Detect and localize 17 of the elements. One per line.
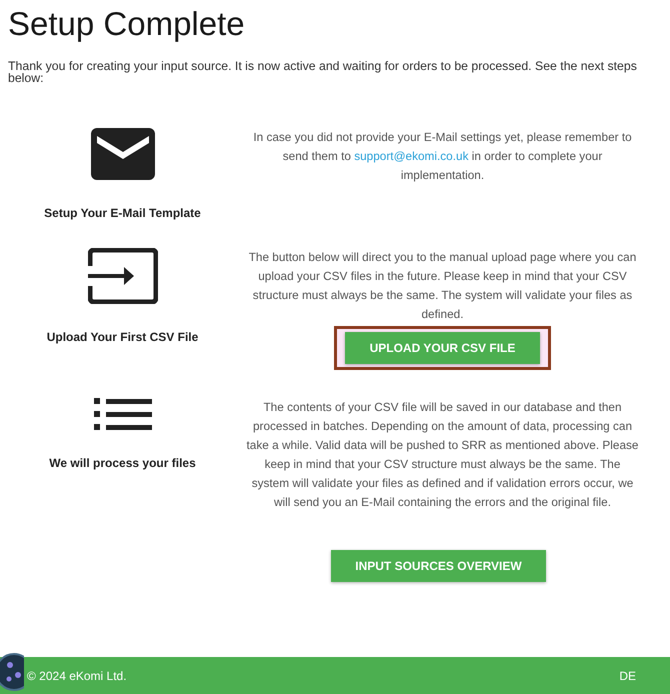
step-description: The contents of your CSV file will be saved in our database and then processed in batches. Depending on the amount of data, processing can take a while. Valid data will be pushed to SRR as mentioned above. Please keep in mind that your CSV structure must always be the same. The system will validate your files as defined and if validation errors occur, we will send you an E-Mail containing the errors and the original file. (246, 399, 640, 511)
chat-widget-icon[interactable] (0, 653, 24, 691)
intro-text: Thank you for creating your input source. It is now active and waiting for orders to be processed. See the next steps below: (8, 60, 638, 84)
step-title: Upload Your First CSV File (46, 330, 198, 344)
overview-button[interactable]: INPUT SOURCES OVERVIEW (331, 550, 546, 582)
email-link[interactable]: support@ekomi.co.uk (354, 149, 468, 163)
upload-button[interactable]: UPLOAD YOUR CSV FILE (344, 332, 540, 364)
input-arrow-icon (88, 248, 158, 304)
language-link[interactable]: DE (619, 668, 636, 682)
copyright-text: © 2024 eKomi Ltd. (27, 668, 127, 682)
envelope-icon (90, 128, 154, 180)
page-title: Setup Complete (8, 4, 246, 44)
step-title: We will process your files (49, 456, 196, 470)
step-description: In case you did not provide your E-Mail settings yet, please remember to send them to support@ekomi.co.uk in order to complete your implementation. (252, 129, 633, 184)
step-title: Setup Your E-Mail Template (44, 206, 201, 220)
step-description: The button below will direct you to the manual upload page where you can upload your CSV files in the future. Please keep in mind that your CSV structure must always be the same. The system will validate your files as defined. (248, 249, 638, 323)
list-icon (94, 398, 152, 430)
